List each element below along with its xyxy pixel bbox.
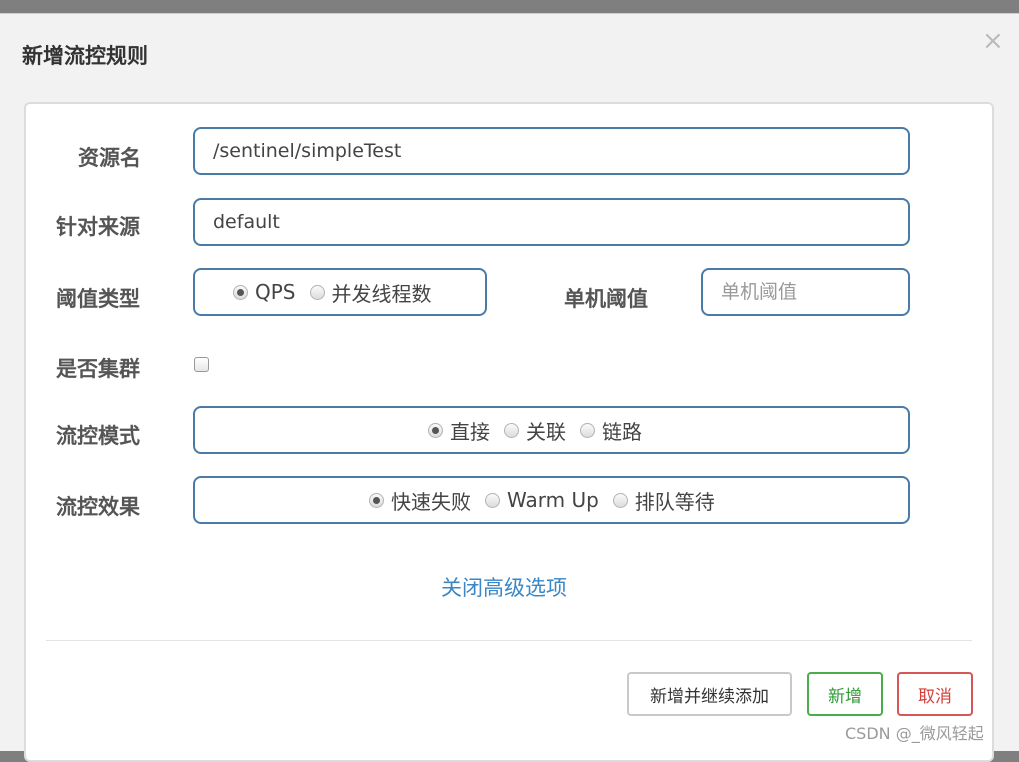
radio-direct[interactable]	[428, 422, 443, 438]
threshold-input[interactable]: 单机阈值	[701, 268, 910, 316]
toggle-advanced-link[interactable]: 关闭高级选项	[441, 572, 567, 602]
threshold-type-threads-label: 并发线程数	[331, 281, 432, 306]
radio-fast-fail[interactable]	[369, 492, 384, 508]
add-flow-rule-dialog: 新增流控规则 × 资源名 /sentinel/simpleTest 针对来源 d…	[0, 13, 1019, 762]
threshold-type-qps-label: QPS	[255, 280, 296, 304]
mode-direct[interactable]: 直接	[428, 416, 490, 445]
effect-fast-fail[interactable]: 快速失败	[369, 486, 471, 515]
radio-threads[interactable]	[309, 284, 325, 300]
effect-group: 快速失败 Warm Up 排队等待	[193, 476, 910, 524]
radio-chain[interactable]	[580, 422, 595, 438]
radio-warm-up[interactable]	[485, 492, 500, 508]
threshold-type-threads[interactable]: 并发线程数	[309, 278, 432, 307]
mode-group: 直接 关联 链路	[193, 406, 910, 454]
mode-direct-label: 直接	[450, 419, 490, 444]
resource-label: 资源名	[78, 146, 141, 170]
resource-input[interactable]: /sentinel/simpleTest	[193, 127, 910, 175]
add-button[interactable]: 新增	[807, 672, 883, 716]
close-icon[interactable]: ×	[982, 28, 1004, 54]
cluster-label: 是否集群	[56, 357, 140, 381]
effect-fast-fail-label: 快速失败	[391, 489, 471, 514]
threshold-label: 单机阈值	[564, 287, 648, 311]
radio-qps[interactable]	[233, 284, 248, 300]
source-input[interactable]: default	[193, 198, 910, 246]
form-panel: 资源名 /sentinel/simpleTest 针对来源 default 阈值…	[24, 102, 994, 762]
effect-warm-up[interactable]: Warm Up	[485, 488, 599, 512]
mode-label: 流控模式	[56, 424, 140, 448]
mode-chain-label: 链路	[602, 419, 642, 444]
resource-input-value: /sentinel/simpleTest	[213, 140, 402, 162]
footer-divider	[46, 640, 972, 641]
threshold-placeholder: 单机阈值	[721, 281, 798, 303]
effect-label: 流控效果	[56, 495, 140, 519]
source-input-value: default	[213, 211, 280, 233]
effect-queue-label: 排队等待	[634, 489, 715, 514]
add-and-continue-button[interactable]: 新增并继续添加	[627, 672, 792, 716]
cluster-checkbox[interactable]	[194, 357, 209, 372]
dialog-title: 新增流控规则	[22, 44, 148, 68]
source-label: 针对来源	[56, 215, 140, 239]
threshold-type-group: QPS 并发线程数	[193, 268, 487, 316]
cancel-button[interactable]: 取消	[897, 672, 973, 716]
effect-queue[interactable]: 排队等待	[612, 486, 715, 515]
effect-warm-up-label: Warm Up	[507, 488, 599, 512]
mode-chain[interactable]: 链路	[580, 416, 642, 445]
csdn-watermark: CSDN @_微风轻起	[845, 724, 984, 743]
mode-relate-label: 关联	[526, 419, 566, 444]
radio-queue[interactable]	[612, 492, 628, 508]
radio-relate[interactable]	[504, 422, 519, 438]
threshold-type-label: 阈值类型	[56, 287, 140, 311]
mode-relate[interactable]: 关联	[504, 416, 566, 445]
threshold-type-qps[interactable]: QPS	[233, 280, 296, 304]
